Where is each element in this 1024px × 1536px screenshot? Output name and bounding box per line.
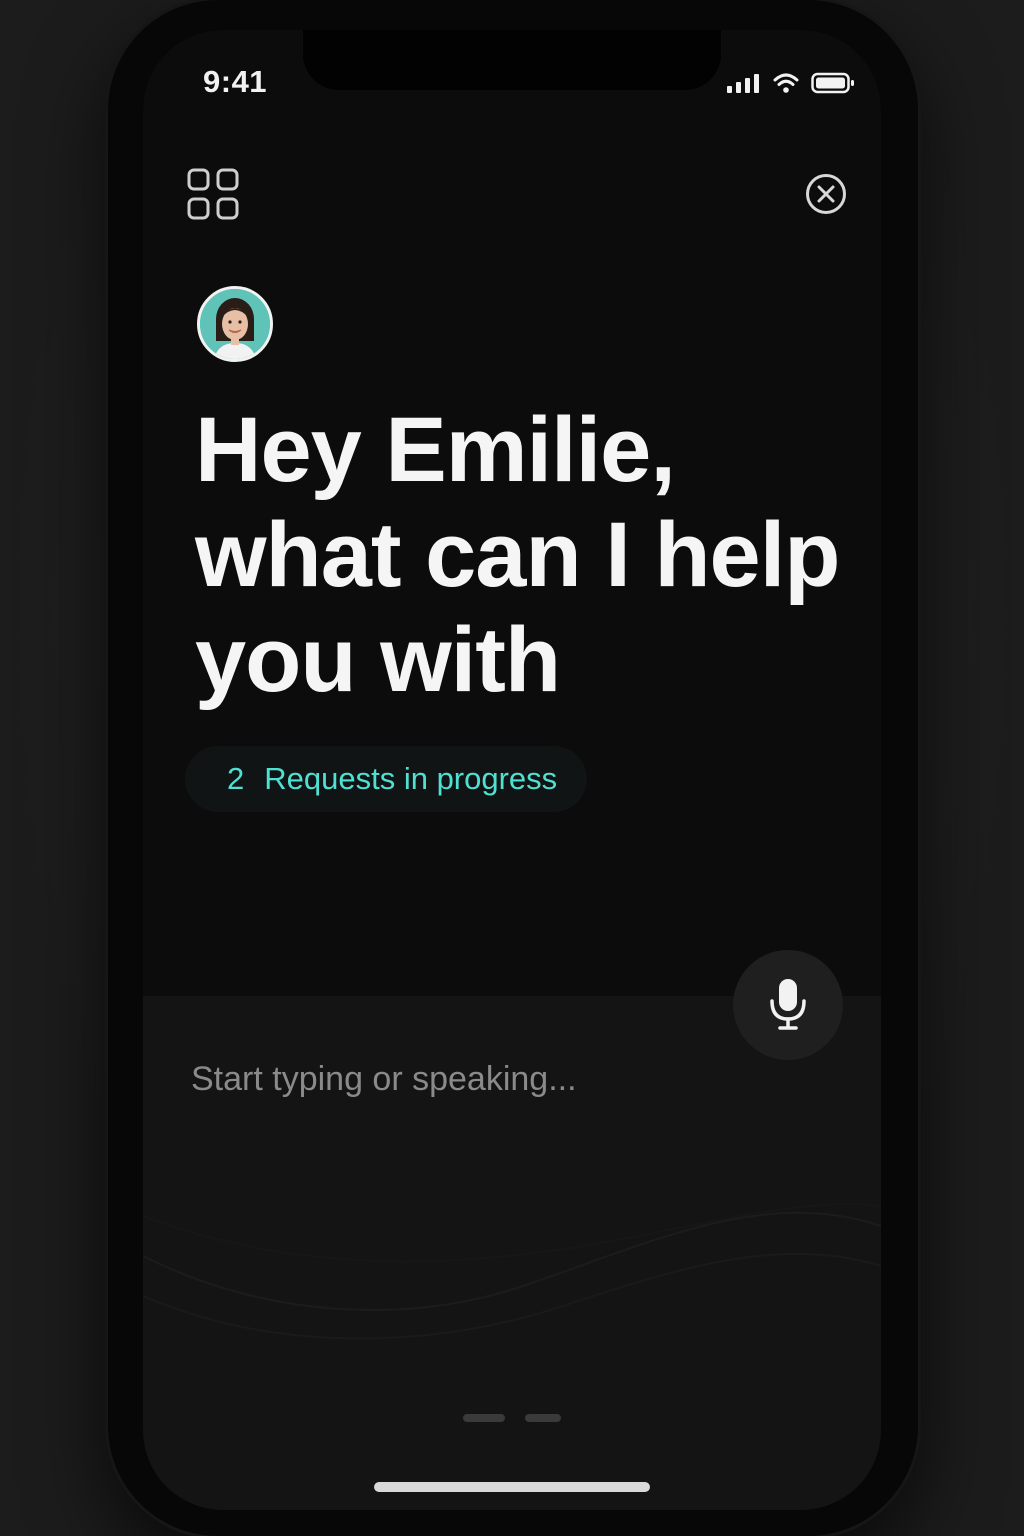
app-screen: 9:41 Hey Emilie, what can I help you wit…	[143, 30, 881, 1510]
microphone-button[interactable]	[733, 950, 843, 1060]
page-dot	[463, 1414, 505, 1422]
wave-decoration	[143, 1203, 881, 1340]
battery-icon	[811, 72, 854, 94]
wifi-icon	[773, 73, 799, 93]
microphone-icon	[770, 979, 806, 1030]
phone-frame: 9:41 Hey Emilie, what can I help you wit…	[108, 0, 918, 1536]
avatar[interactable]	[197, 286, 273, 362]
status-icons	[727, 70, 855, 96]
home-indicator[interactable]	[374, 1482, 650, 1492]
close-icon	[806, 174, 846, 214]
notch	[303, 30, 721, 90]
close-button[interactable]	[805, 173, 847, 215]
requests-label: Requests in progress	[264, 761, 558, 796]
greeting-line-1: Hey Emilie,	[195, 399, 676, 501]
user-photo	[200, 289, 270, 359]
status-time: 9:41	[203, 64, 268, 99]
page-dot	[525, 1414, 561, 1422]
message-input[interactable]	[191, 1060, 751, 1099]
greeting-line-3: you with	[195, 609, 561, 711]
composer-panel	[143, 996, 881, 1510]
page-indicator	[463, 1414, 561, 1422]
greeting-heading: Hey Emilie, what can I help you with	[195, 398, 875, 713]
requests-count: 2	[227, 761, 245, 796]
grid-menu-button[interactable]	[187, 168, 239, 220]
grid-icon	[187, 168, 239, 220]
greeting-line-2: what can I help	[195, 504, 840, 606]
background: 9:41 Hey Emilie, what can I help you wit…	[0, 0, 1024, 1536]
signal-icon	[727, 74, 759, 93]
requests-in-progress-button[interactable]: 2 Requests in progress	[185, 746, 588, 812]
